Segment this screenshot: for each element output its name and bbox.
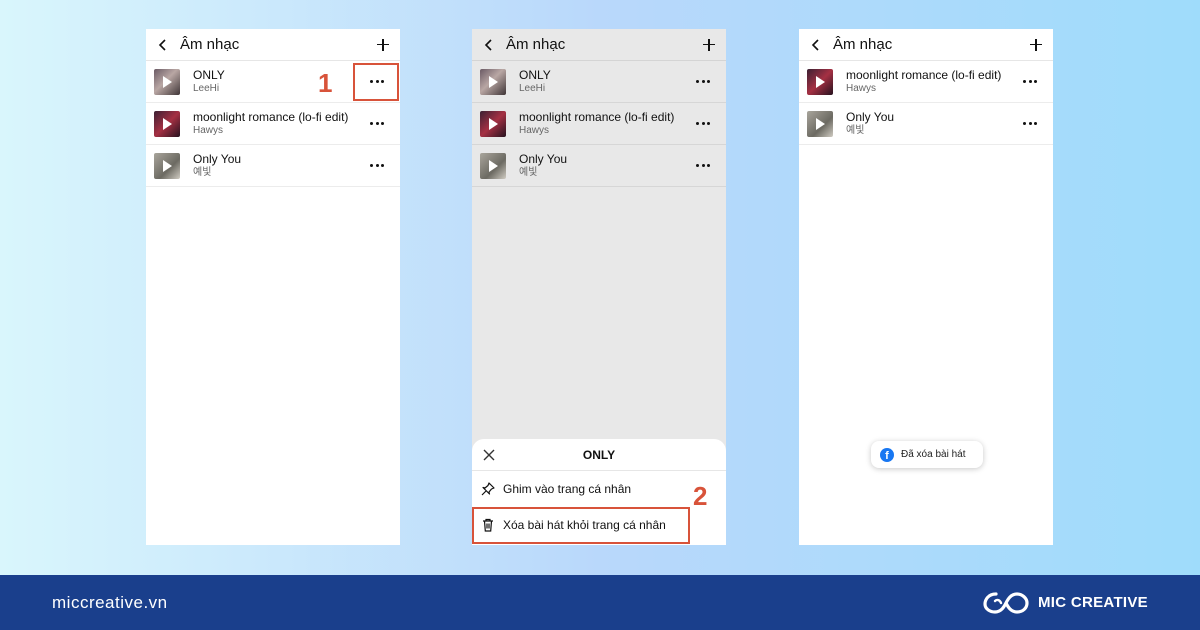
more-options-icon[interactable] <box>1015 114 1045 134</box>
album-thumbnail[interactable] <box>480 152 506 179</box>
page-title: Âm nhạc <box>833 36 893 53</box>
play-icon <box>163 75 172 88</box>
album-thumbnail[interactable] <box>154 152 180 179</box>
list-item[interactable]: ONLY LeeHi <box>472 61 726 103</box>
song-artist: Hawys <box>519 124 550 136</box>
screen-options-sheet: Âm nhạc ONLY LeeHi moonlight romance (lo… <box>472 29 726 545</box>
toast-notification: f Đã xóa bài hát <box>871 441 983 468</box>
brand-name: MIC CREATIVE <box>1038 594 1148 611</box>
list-item[interactable]: Only You 예빛 <box>472 145 726 187</box>
step-1-number: 1 <box>318 68 333 98</box>
more-options-icon[interactable] <box>362 156 392 176</box>
song-title: Only You <box>519 151 568 166</box>
album-thumbnail[interactable] <box>807 110 833 137</box>
song-title: Only You <box>846 109 895 124</box>
list-item[interactable]: Only You 예빛 <box>799 103 1053 145</box>
back-arrow-icon[interactable] <box>809 38 823 52</box>
play-icon <box>489 117 498 130</box>
list-item[interactable]: Only You 예빛 <box>146 145 400 187</box>
facebook-icon: f <box>880 447 894 462</box>
song-artist: 예빛 <box>846 124 865 136</box>
song-title: moonlight romance (lo-fi edit) <box>193 109 349 124</box>
add-icon[interactable] <box>1029 38 1043 52</box>
song-artist: LeeHi <box>519 82 546 94</box>
back-arrow-icon[interactable] <box>156 38 170 52</box>
brand-logo-icon <box>983 591 1029 614</box>
more-options-icon[interactable] <box>688 156 718 176</box>
step-1-highlight-box <box>353 63 399 101</box>
option-label: Ghim vào trang cá nhân <box>503 482 632 496</box>
sheet-title: ONLY <box>582 447 616 462</box>
add-icon[interactable] <box>376 38 390 52</box>
play-icon <box>163 117 172 130</box>
song-title: ONLY <box>519 67 551 82</box>
pin-icon <box>480 481 496 497</box>
brand: MIC CREATIVE <box>982 588 1148 618</box>
screen-music-list: Âm nhạc ONLY LeeHi moonlight romance (lo… <box>146 29 400 545</box>
song-artist: Hawys <box>193 124 224 136</box>
footer: miccreative.vn MIC CREATIVE <box>0 575 1200 630</box>
album-thumbnail[interactable] <box>154 68 180 95</box>
more-options-icon[interactable] <box>1015 72 1045 92</box>
song-artist: 예빛 <box>519 166 538 178</box>
song-title: Only You <box>193 151 242 166</box>
song-title: ONLY <box>193 67 225 82</box>
step-2-number: 2 <box>693 481 708 511</box>
list-item[interactable]: moonlight romance (lo-fi edit) Hawys <box>799 61 1053 103</box>
header: Âm nhạc <box>146 29 400 61</box>
toast-text: Đã xóa bài hát <box>901 449 966 460</box>
song-title: moonlight romance (lo-fi edit) <box>846 67 1002 82</box>
play-icon <box>489 75 498 88</box>
album-thumbnail[interactable] <box>480 68 506 95</box>
song-artist: LeeHi <box>193 82 220 94</box>
back-arrow-icon[interactable] <box>482 38 496 52</box>
sheet-header: ONLY <box>472 439 726 471</box>
song-artist: 예빛 <box>193 166 212 178</box>
song-artist: Hawys <box>846 82 877 94</box>
close-icon[interactable] <box>482 448 496 462</box>
add-icon[interactable] <box>702 38 716 52</box>
play-icon <box>163 159 172 172</box>
song-title: moonlight romance (lo-fi edit) <box>519 109 675 124</box>
list-item[interactable]: moonlight romance (lo-fi edit) Hawys <box>146 103 400 145</box>
more-options-icon[interactable] <box>362 114 392 134</box>
album-thumbnail[interactable] <box>480 110 506 137</box>
play-icon <box>489 159 498 172</box>
play-icon <box>816 117 825 130</box>
page-title: Âm nhạc <box>180 36 240 53</box>
header: Âm nhạc <box>799 29 1053 61</box>
play-icon <box>816 75 825 88</box>
more-options-icon[interactable] <box>688 114 718 134</box>
header: Âm nhạc <box>472 29 726 61</box>
step-2-highlight-box <box>472 507 690 544</box>
album-thumbnail[interactable] <box>154 110 180 137</box>
page-title: Âm nhạc <box>506 36 566 53</box>
website-link[interactable]: miccreative.vn <box>52 593 168 613</box>
more-options-icon[interactable] <box>688 72 718 92</box>
album-thumbnail[interactable] <box>807 68 833 95</box>
list-item[interactable]: moonlight romance (lo-fi edit) Hawys <box>472 103 726 145</box>
pin-to-profile-option[interactable]: Ghim vào trang cá nhân <box>472 471 726 507</box>
